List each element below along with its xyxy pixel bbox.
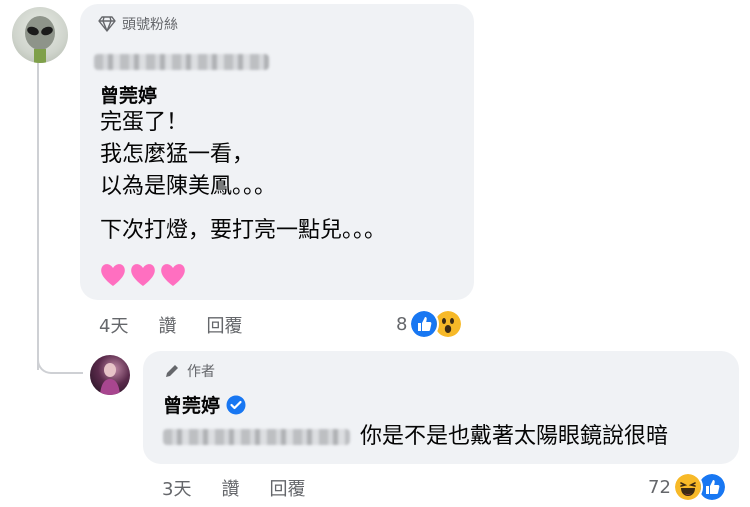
author-badge-label: 作者	[187, 364, 215, 380]
like-icon	[409, 309, 440, 339]
redacted-mention	[163, 429, 350, 445]
comment-timestamp[interactable]: 4天	[99, 312, 128, 338]
comment-line: 下次打燈，要打亮一點兒。。。	[100, 218, 387, 243]
comment-line: 完蛋了！	[100, 110, 189, 135]
author-avatar[interactable]	[90, 355, 130, 395]
thread-connector-line	[37, 62, 39, 370]
commenter-avatar[interactable]	[12, 7, 68, 63]
quoted-author-name[interactable]: 曾莞婷	[100, 81, 157, 108]
redacted-text	[94, 54, 269, 74]
comment-bubble: 頭號粉絲 曾莞婷 完蛋了！ 我怎麼猛一看， 以為是陳美鳳。。。 下次打燈，要打亮…	[80, 4, 474, 300]
top-fan-badge[interactable]: 頭號粉絲	[98, 14, 178, 34]
thread-connector-curve	[37, 340, 83, 374]
reply-text: 你是不是也戴著太陽眼鏡說很暗	[360, 424, 669, 449]
pink-heart-icon	[161, 264, 185, 286]
reply-text-row: 你是不是也戴著太陽眼鏡說很暗	[163, 421, 668, 453]
heart-emojis	[99, 262, 187, 288]
like-button[interactable]: 讚	[158, 312, 176, 338]
pink-heart-icon	[101, 264, 125, 286]
comment-line: 以為是陳美鳳。。。	[100, 174, 277, 199]
reaction-count: 72	[648, 476, 671, 498]
pink-heart-icon	[131, 264, 155, 286]
reaction-summary[interactable]: 72	[648, 472, 727, 502]
reply-actions: 3天 讚 回覆	[162, 475, 305, 501]
reply-author-name[interactable]: 曾莞婷	[163, 391, 220, 418]
comment-line: 我怎麼猛一看，	[100, 142, 255, 167]
reply-timestamp[interactable]: 3天	[162, 475, 191, 501]
top-fan-label: 頭號粉絲	[122, 17, 178, 33]
author-badge[interactable]: 作者	[163, 361, 215, 381]
comment-actions: 4天 讚 回覆	[99, 312, 242, 338]
verified-badge-icon	[226, 395, 246, 414]
reply-button[interactable]: 回覆	[269, 475, 305, 501]
reaction-summary[interactable]: 8	[396, 309, 464, 339]
diamond-icon	[98, 16, 116, 32]
pen-icon	[166, 365, 178, 377]
like-button[interactable]: 讚	[221, 475, 239, 501]
reaction-count: 8	[396, 313, 408, 335]
comment-text: 完蛋了！ 我怎麼猛一看， 以為是陳美鳳。。。 下次打燈，要打亮一點兒。。。	[100, 107, 386, 247]
reply-author-row: 曾莞婷	[163, 391, 246, 418]
reply-bubble: 作者 曾莞婷 你是不是也戴著太陽眼鏡說很暗	[143, 351, 739, 464]
reply-button[interactable]: 回覆	[206, 312, 242, 338]
haha-icon	[672, 472, 703, 502]
